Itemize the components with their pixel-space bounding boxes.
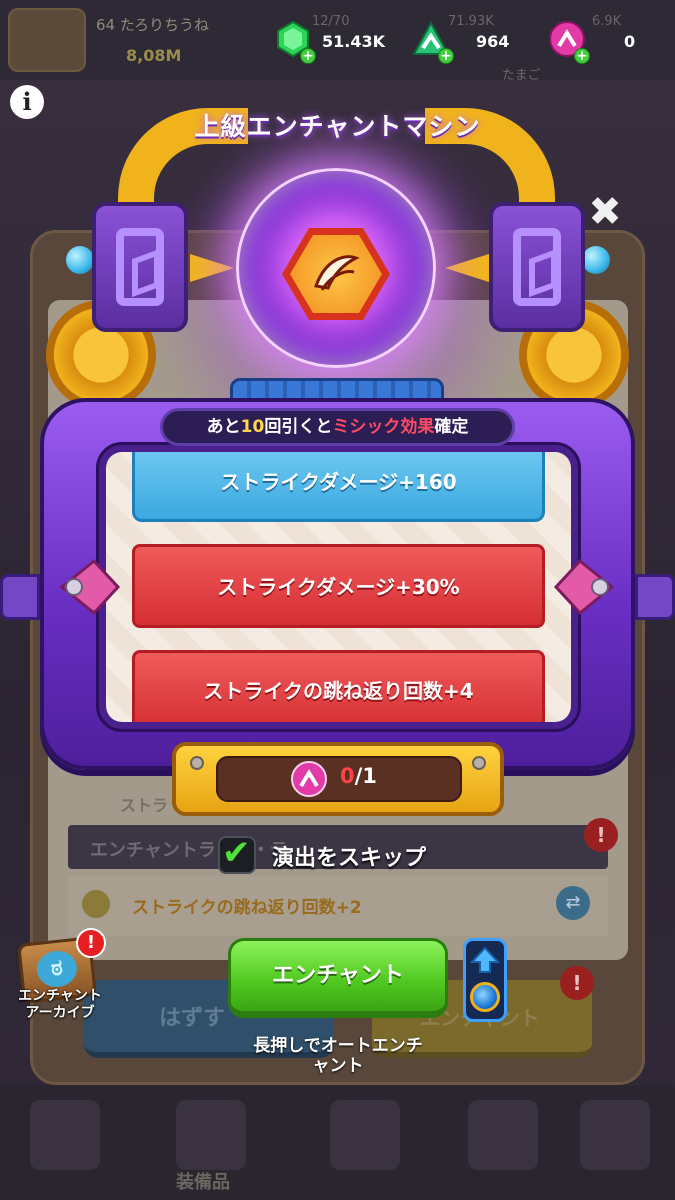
green-gems-value: 51.43K — [322, 32, 386, 51]
skip-animation-label[interactable]: 演出をスキップ — [272, 840, 426, 872]
spike-right — [445, 254, 489, 282]
background-nav-icon-shield — [330, 1100, 400, 1170]
archive-emblem-icon: ಠ — [35, 949, 79, 989]
archive-label-line2: アーカイブ — [25, 1005, 95, 1021]
spike-left — [190, 254, 234, 282]
background-cap-3: 6.9K — [592, 14, 622, 29]
banner-suffix: 確定 — [434, 417, 469, 437]
rune-icon — [513, 228, 561, 306]
rune-block-left — [92, 202, 188, 332]
enchant-stones-value: 964 — [476, 32, 510, 51]
cost-counter: 0/1 — [340, 764, 377, 788]
background-nav-icon-shop — [30, 1100, 100, 1170]
add-mythic-stones-icon: + — [574, 48, 590, 64]
background-coin-icon — [82, 890, 110, 918]
background-nav-label: 装備品 — [176, 1172, 230, 1193]
banner-count: 10 — [240, 417, 265, 437]
auto-hint-line1: 長押しでオートエンチ — [253, 1036, 423, 1056]
enchant-line-3: ストライクの跳ね返り回数+4 — [132, 650, 545, 722]
background-warning-icon-2: ! — [560, 966, 594, 1000]
auto-enchant-hint: 長押しでオートエンチ ャント — [222, 1036, 454, 1076]
background-nav-icon-equipment — [176, 1100, 246, 1170]
background-warning-icon: ! — [584, 818, 618, 852]
banner-highlight: ミシック効果 — [332, 417, 435, 437]
background-small-row-text: ストラ — [120, 796, 169, 815]
background-section-title: エンチャントラ・カ・テ — [90, 840, 288, 861]
background-nav-icon-trophy — [468, 1100, 538, 1170]
mythic-stones-value: 0 — [624, 32, 636, 51]
archive-alert-icon: ! — [76, 928, 106, 958]
enchant-reel: ストライクダメージ+160 ストライクダメージ+30% ストライクの跳ね返り回数… — [106, 452, 571, 722]
machine-bulb-right — [582, 246, 610, 274]
background-swap-icon: ⇄ — [556, 886, 590, 920]
frame-hinge-left — [0, 574, 40, 620]
background-cap-4: たまご — [502, 68, 541, 83]
player-power: 8,08M — [126, 46, 182, 65]
enchant-button[interactable]: エンチャント — [228, 938, 448, 1018]
banner-mid: 回引くと — [264, 417, 333, 437]
archive-label-line1: エンチャント — [18, 988, 102, 1004]
background-remove-label: はずす — [159, 1006, 226, 1031]
player-name: 64 たろりちうね — [96, 16, 209, 34]
machine-bulb-left — [66, 246, 94, 274]
add-green-gems-icon: + — [300, 48, 316, 64]
background-cap-2: 71.93K — [448, 14, 494, 29]
machine-title: 上級エンチャントマシン — [194, 112, 481, 141]
currency-green-gems[interactable]: + — [274, 20, 316, 64]
currency-mythic-stones[interactable]: + — [548, 20, 590, 64]
close-icon[interactable]: ✖ — [585, 192, 625, 232]
archive-label: エンチャント アーカイブ — [6, 988, 114, 1022]
selector-arrow-right-icon — [553, 558, 615, 616]
background-row-text: ストライクの跳ね返り回数+2 — [132, 898, 362, 918]
auto-hint-line2: ャント — [312, 1056, 364, 1076]
add-enchant-stones-icon: + — [438, 48, 454, 64]
frame-hinge-right — [635, 574, 675, 620]
plate-bolt-left — [190, 756, 204, 770]
checkmark-icon: ✔ — [222, 833, 251, 873]
pink-enchant-stone-icon — [291, 761, 327, 797]
enchant-line-1: ストライクダメージ+160 — [132, 452, 545, 522]
mythic-pity-banner: あと10回引くとミシック効果確定 — [160, 408, 515, 446]
cost-owned: 0 — [340, 764, 355, 788]
auto-enchant-knob — [470, 982, 500, 1012]
cost-required: 1 — [362, 764, 377, 788]
strike-claw-icon — [313, 255, 360, 291]
rune-icon — [116, 228, 164, 306]
background-nav-icon-cards — [580, 1100, 650, 1170]
enchant-line-2: ストライクダメージ+30% — [132, 544, 545, 628]
cost-display — [216, 756, 462, 802]
player-avatar — [8, 8, 86, 72]
arrow-up-icon — [470, 946, 500, 973]
rune-block-right — [489, 202, 585, 332]
selector-arrow-left-icon — [59, 558, 121, 616]
currency-enchant-stones[interactable]: + — [412, 20, 454, 64]
banner-prefix: あと — [206, 417, 241, 437]
background-cap-1: 12/70 — [312, 14, 350, 29]
plate-bolt-right — [472, 756, 486, 770]
